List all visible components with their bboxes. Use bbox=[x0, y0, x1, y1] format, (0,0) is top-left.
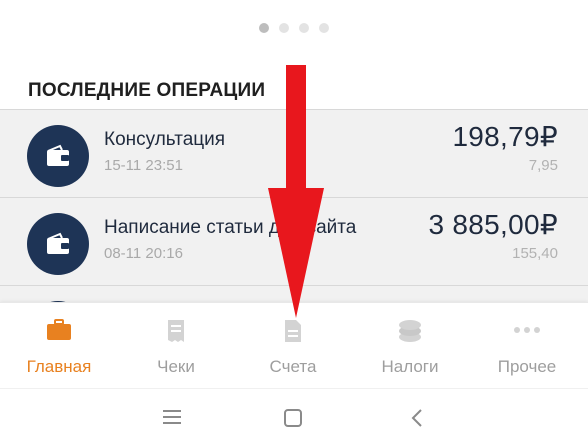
home-square-icon[interactable] bbox=[284, 409, 302, 432]
tab-label: Чеки bbox=[157, 357, 195, 376]
coins-icon bbox=[397, 319, 423, 348]
operation-title: Написание статьи для сайта bbox=[104, 217, 357, 238]
operation-item[interactable]: Написание статьи для сайта 08-11 20:16 3… bbox=[0, 197, 588, 285]
operation-item[interactable]: Консультация 15-11 23:51 198,79₽ 7,95 bbox=[0, 109, 588, 197]
tab-taxes[interactable]: Налоги bbox=[351, 303, 469, 389]
tab-label: Налоги bbox=[381, 357, 439, 376]
page-indicator bbox=[0, 21, 588, 35]
briefcase-icon bbox=[46, 319, 72, 346]
operation-tax: 155,40 bbox=[512, 245, 558, 262]
wallet-icon bbox=[27, 213, 89, 275]
operation-date: 15-11 23:51 bbox=[104, 157, 183, 174]
tab-label: Счета bbox=[269, 357, 317, 376]
wallet-icon bbox=[27, 125, 89, 187]
tab-main[interactable]: Главная bbox=[0, 303, 118, 389]
more-icon bbox=[512, 319, 542, 346]
page-dot-3[interactable] bbox=[299, 23, 309, 33]
receipt-icon bbox=[166, 319, 186, 348]
menu-icon[interactable] bbox=[163, 409, 181, 430]
page-dot-1[interactable] bbox=[259, 23, 269, 33]
tab-receipts[interactable]: Чеки bbox=[117, 303, 235, 389]
operation-date: 08-11 20:16 bbox=[104, 245, 183, 262]
operation-amount: 3 885,00₽ bbox=[428, 209, 558, 240]
section-title: ПОСЛЕДНИЕ ОПЕРАЦИИ bbox=[28, 80, 266, 101]
system-navigation-bar bbox=[0, 388, 588, 445]
operation-title: Консультация bbox=[104, 129, 226, 150]
tab-accounts[interactable]: Счета bbox=[234, 303, 352, 389]
tab-label: Главная bbox=[26, 357, 92, 376]
operation-amount: 198,79₽ bbox=[452, 121, 558, 152]
document-icon bbox=[283, 319, 303, 348]
tab-more[interactable]: Прочее bbox=[468, 303, 586, 389]
page-dot-2[interactable] bbox=[279, 23, 289, 33]
back-chevron-icon[interactable] bbox=[411, 409, 423, 432]
operation-tax: 7,95 bbox=[528, 157, 558, 174]
page-dot-4[interactable] bbox=[319, 23, 329, 33]
tab-label: Прочее bbox=[497, 357, 557, 376]
bottom-tab-bar: Главная Чеки Счета Налоги Прочее bbox=[0, 302, 588, 388]
